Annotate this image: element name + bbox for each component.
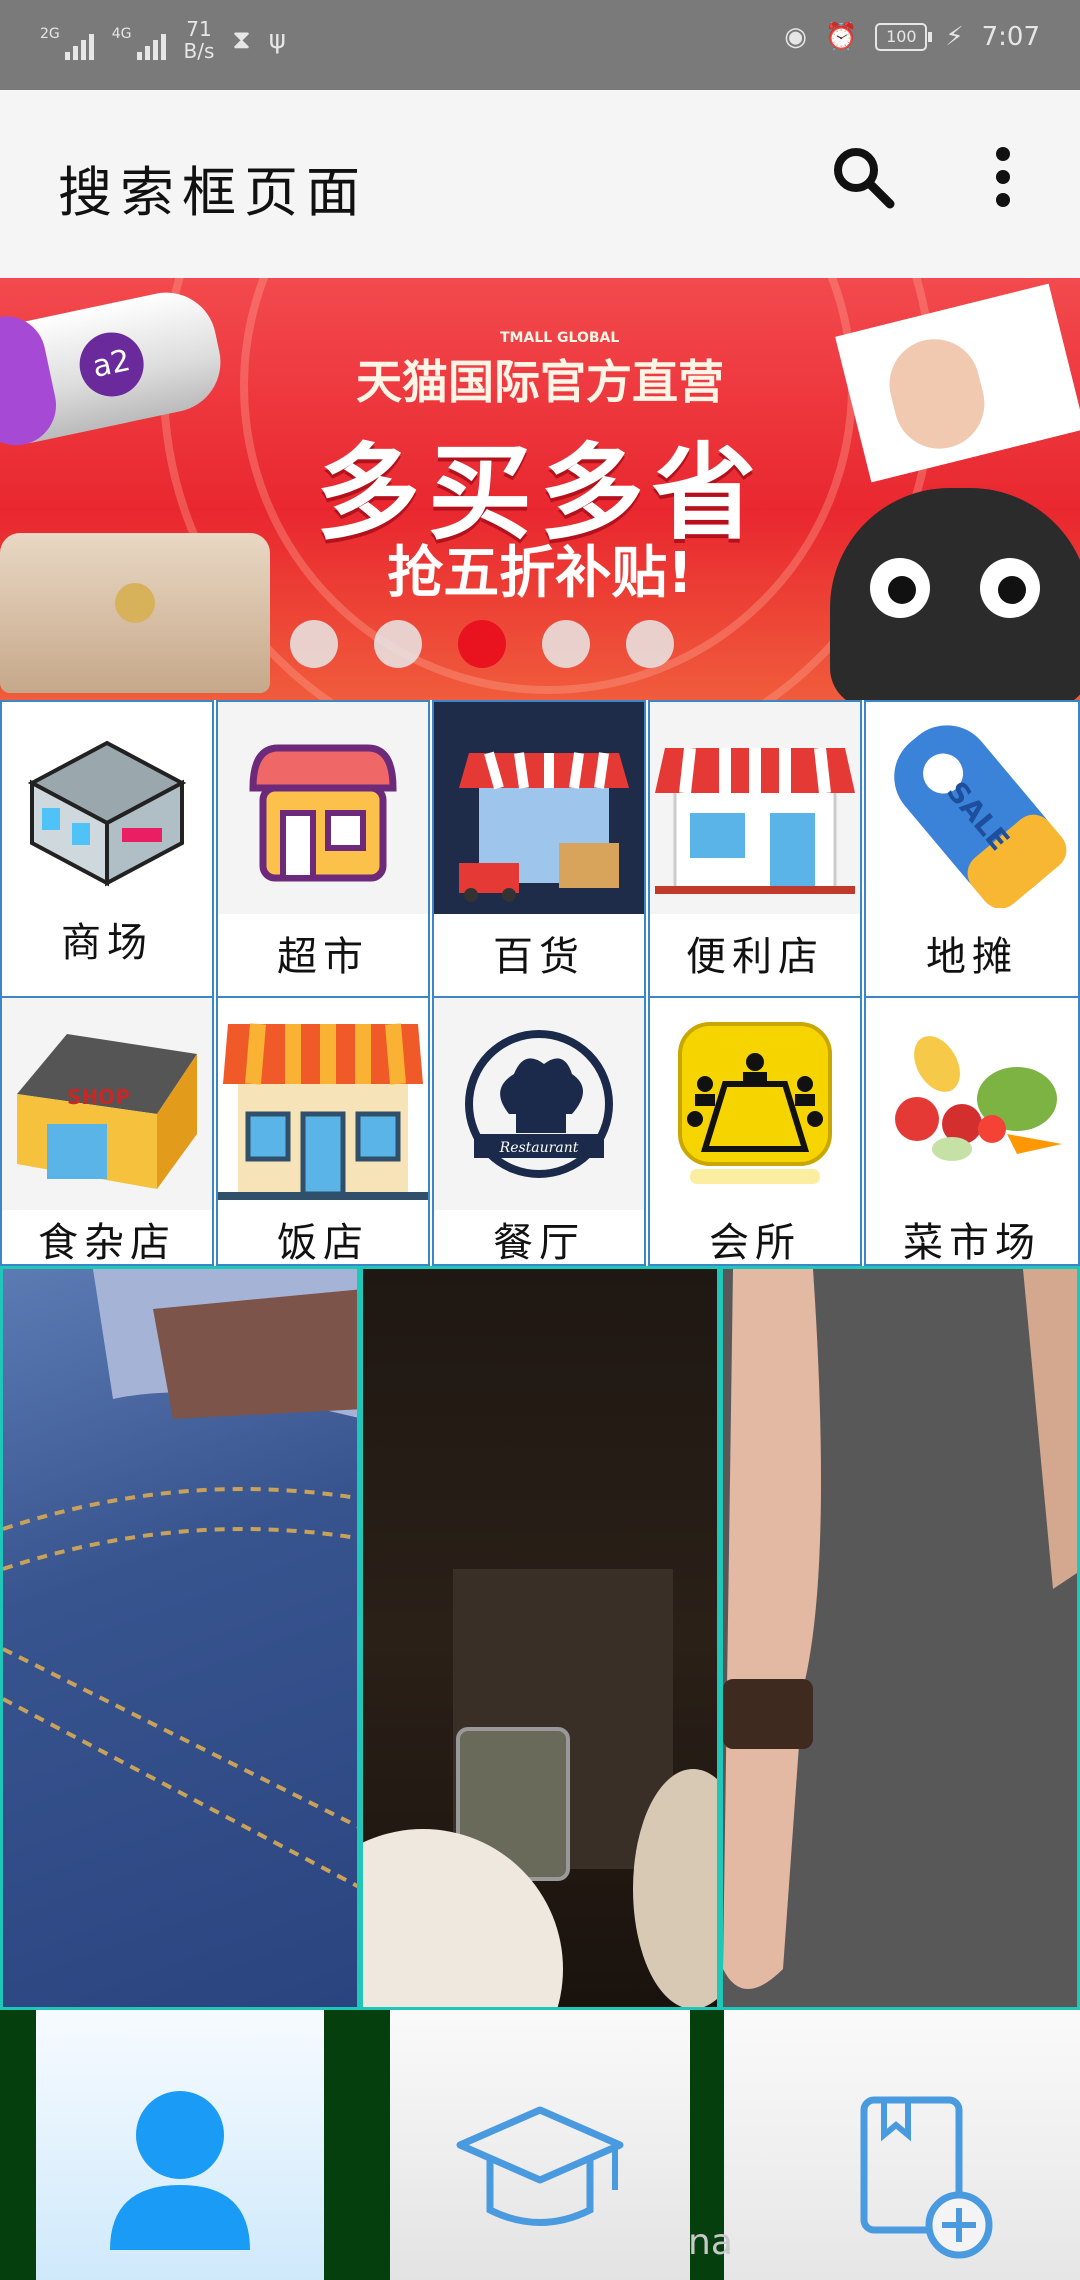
bottom-tab-bar — [0, 2010, 1080, 2280]
category-label: 便利店 — [686, 934, 824, 980]
category-label: 会所 — [709, 1220, 801, 1266]
carousel-dot-active[interactable] — [458, 620, 506, 668]
graduation-cap-icon — [456, 2106, 624, 2226]
category-convenience[interactable]: 便利店 — [648, 700, 862, 998]
add-book-icon — [860, 2096, 993, 2259]
category-label: 食杂店 — [38, 1220, 176, 1266]
dark-bag-photo[interactable] — [360, 1266, 720, 2010]
tab-profile[interactable] — [36, 2010, 324, 2280]
category-grid: 商场 超市 百货 便利店 SALE 地摊 SHOP 食杂店 饭店 Restaur… — [0, 700, 1080, 1266]
tab-add-book[interactable] — [724, 2010, 1080, 2280]
hint-text: na — [688, 2222, 733, 2263]
convenience-shop-icon — [650, 702, 860, 914]
carousel-dot[interactable] — [542, 620, 590, 668]
banner-subtitle: TMALL GLOBAL 天猫国际官方直营 — [0, 330, 1080, 412]
sale-tag-icon: SALE — [866, 702, 1078, 914]
alarm-icon: ⏰ — [824, 22, 858, 52]
carousel-indicator — [290, 620, 674, 668]
chef-hat-icon: Restaurant — [434, 998, 644, 1210]
photo-strip — [0, 1266, 1080, 2010]
battery-icon: 100 — [875, 23, 933, 51]
grocery-shop-icon: SHOP — [2, 998, 212, 1210]
category-supermarket[interactable]: 超市 — [216, 700, 430, 998]
category-grocery[interactable]: SHOP 食杂店 — [0, 996, 214, 1266]
person-icon — [110, 2091, 250, 2250]
app-bar: 搜索框页面 — [0, 90, 1080, 278]
supermarket-store-icon — [218, 702, 428, 914]
category-restaurant[interactable]: 饭店 — [216, 996, 430, 1266]
net-speed-value: 71 — [186, 17, 212, 41]
eye-icon: ◉ — [784, 22, 807, 52]
carousel-dot[interactable] — [290, 620, 338, 668]
arm-photo[interactable] — [720, 1266, 1080, 2010]
category-label: 菜市场 — [903, 1220, 1041, 1266]
charging-icon: ⚡ — [945, 22, 964, 52]
jeans-photo[interactable] — [0, 1266, 360, 2010]
restaurant-awning-icon — [218, 998, 428, 1210]
banner-tagline: 抢五折补贴! — [387, 541, 693, 606]
meeting-room-icon — [650, 998, 860, 1210]
category-stall[interactable]: SALE 地摊 — [864, 700, 1080, 998]
department-store-icon — [434, 702, 644, 914]
category-label: 饭店 — [277, 1220, 369, 1266]
signal-2g-label: 2G — [40, 26, 60, 42]
page-title: 搜索框页面 — [58, 161, 368, 224]
usb-icon: ψ — [268, 25, 286, 55]
more-vertical-icon — [996, 147, 1010, 207]
hourglass-icon: ⧗ — [232, 24, 251, 55]
svg-text:SHOP: SHOP — [67, 1085, 130, 1109]
category-market[interactable]: 菜市场 — [864, 996, 1080, 1266]
mall-building-icon — [2, 702, 212, 914]
category-label: 超市 — [277, 934, 369, 980]
signal-4g-label: 4G — [111, 26, 132, 42]
category-label: 商场 — [61, 920, 153, 966]
category-label: 地摊 — [926, 934, 1018, 980]
category-department[interactable]: 百货 — [432, 700, 646, 998]
net-speed: 71 B/s — [184, 18, 215, 62]
banner-subtitle-text: 天猫国际官方直营 — [356, 355, 724, 409]
tab-courses[interactable] — [390, 2010, 690, 2280]
signal-4g-icon: 4G — [112, 20, 166, 60]
carousel-dot[interactable] — [374, 620, 422, 668]
battery-level: 100 — [886, 27, 917, 46]
status-bar: 2G 4G 71 B/s ⧗ ψ ◉ ⏰ 100 ⚡ 7:07 — [0, 0, 1080, 90]
net-speed-unit: B/s — [183, 39, 215, 63]
promo-banner[interactable]: a2 TMALL GLOBAL 天猫国际官方直营 多买多省 抢五折补贴! — [0, 278, 1080, 700]
category-label: 百货 — [493, 934, 585, 980]
category-label: 餐厅 — [493, 1220, 585, 1266]
status-time: 7:07 — [981, 22, 1040, 52]
overflow-menu-button[interactable] — [968, 142, 1038, 212]
category-club[interactable]: 会所 — [648, 996, 862, 1266]
signal-2g-icon: 2G — [40, 20, 94, 60]
vegetables-icon — [866, 998, 1078, 1210]
search-icon — [834, 148, 895, 209]
banner-brand-small: TMALL GLOBAL — [500, 330, 620, 346]
category-mall[interactable]: 商场 — [0, 700, 214, 998]
carousel-dot[interactable] — [626, 620, 674, 668]
search-button[interactable] — [828, 142, 898, 212]
category-dining[interactable]: Restaurant 餐厅 — [432, 996, 646, 1266]
svg-text:Restaurant: Restaurant — [499, 1140, 579, 1156]
